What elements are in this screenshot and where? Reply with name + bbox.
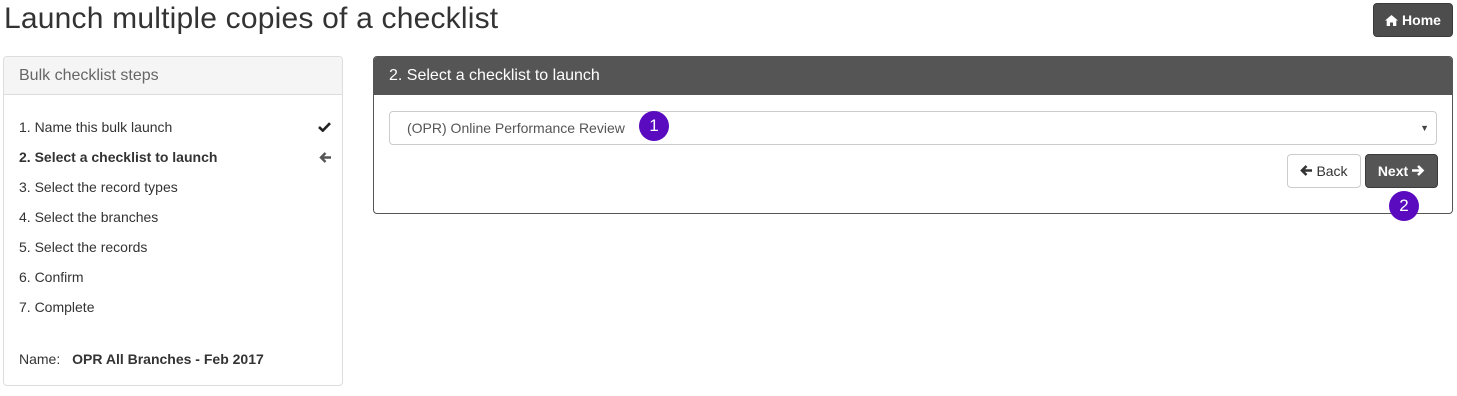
next-button[interactable]: Next — [1365, 154, 1438, 188]
step-label: 5. Select the records — [19, 239, 148, 255]
step-label: 7. Complete — [19, 299, 95, 315]
step-item-records: 5. Select the records — [19, 235, 331, 265]
step-item-complete: 7. Complete — [19, 295, 331, 325]
step-item-name: 1. Name this bulk launch — [19, 115, 331, 145]
step-label: 6. Confirm — [19, 269, 84, 285]
steps-panel-header: Bulk checklist steps — [4, 57, 342, 95]
select-checklist-panel: 2. Select a checklist to launch (OPR) On… — [373, 56, 1453, 214]
annotation-marker-1: 1 — [639, 111, 669, 141]
home-icon — [1385, 14, 1399, 26]
step-item-select-checklist: 2. Select a checklist to launch — [19, 145, 331, 175]
arrow-right-icon — [1412, 163, 1425, 179]
arrow-left-icon — [319, 151, 331, 163]
annotation-marker-2: 2 — [1389, 191, 1419, 221]
home-button[interactable]: Home — [1373, 3, 1453, 37]
caret-down-icon: ▼ — [1420, 123, 1429, 133]
name-label: Name: — [19, 351, 61, 367]
step-label: 4. Select the branches — [19, 209, 159, 225]
step-item-branches: 4. Select the branches — [19, 205, 331, 235]
bulk-steps-panel: Bulk checklist steps 1. Name this bulk l… — [3, 56, 343, 386]
back-button-label: Back — [1316, 163, 1348, 179]
name-value: OPR All Branches - Feb 2017 — [72, 351, 264, 367]
page-title: Launch multiple copies of a checklist — [4, 2, 499, 35]
bulk-launch-name: Name: OPR All Branches - Feb 2017 — [19, 351, 264, 367]
step-label: 2. Select a checklist to launch — [19, 149, 218, 165]
step-label: 1. Name this bulk launch — [19, 119, 173, 135]
back-button[interactable]: Back — [1287, 154, 1361, 188]
steps-list: 1. Name this bulk launch 2. Select a che… — [19, 115, 331, 325]
step-label: 3. Select the record types — [19, 179, 178, 195]
checklist-select-value: (OPR) Online Performance Review — [407, 120, 625, 136]
step-item-confirm: 6. Confirm — [19, 265, 331, 295]
arrow-left-icon — [1300, 163, 1313, 179]
next-button-label: Next — [1377, 163, 1409, 179]
home-button-label: Home — [1402, 12, 1441, 28]
select-checklist-panel-header: 2. Select a checklist to launch — [374, 57, 1452, 95]
checklist-select[interactable]: (OPR) Online Performance Review ▼ — [389, 111, 1437, 145]
check-icon — [318, 122, 331, 132]
step-item-record-types: 3. Select the record types — [19, 175, 331, 205]
